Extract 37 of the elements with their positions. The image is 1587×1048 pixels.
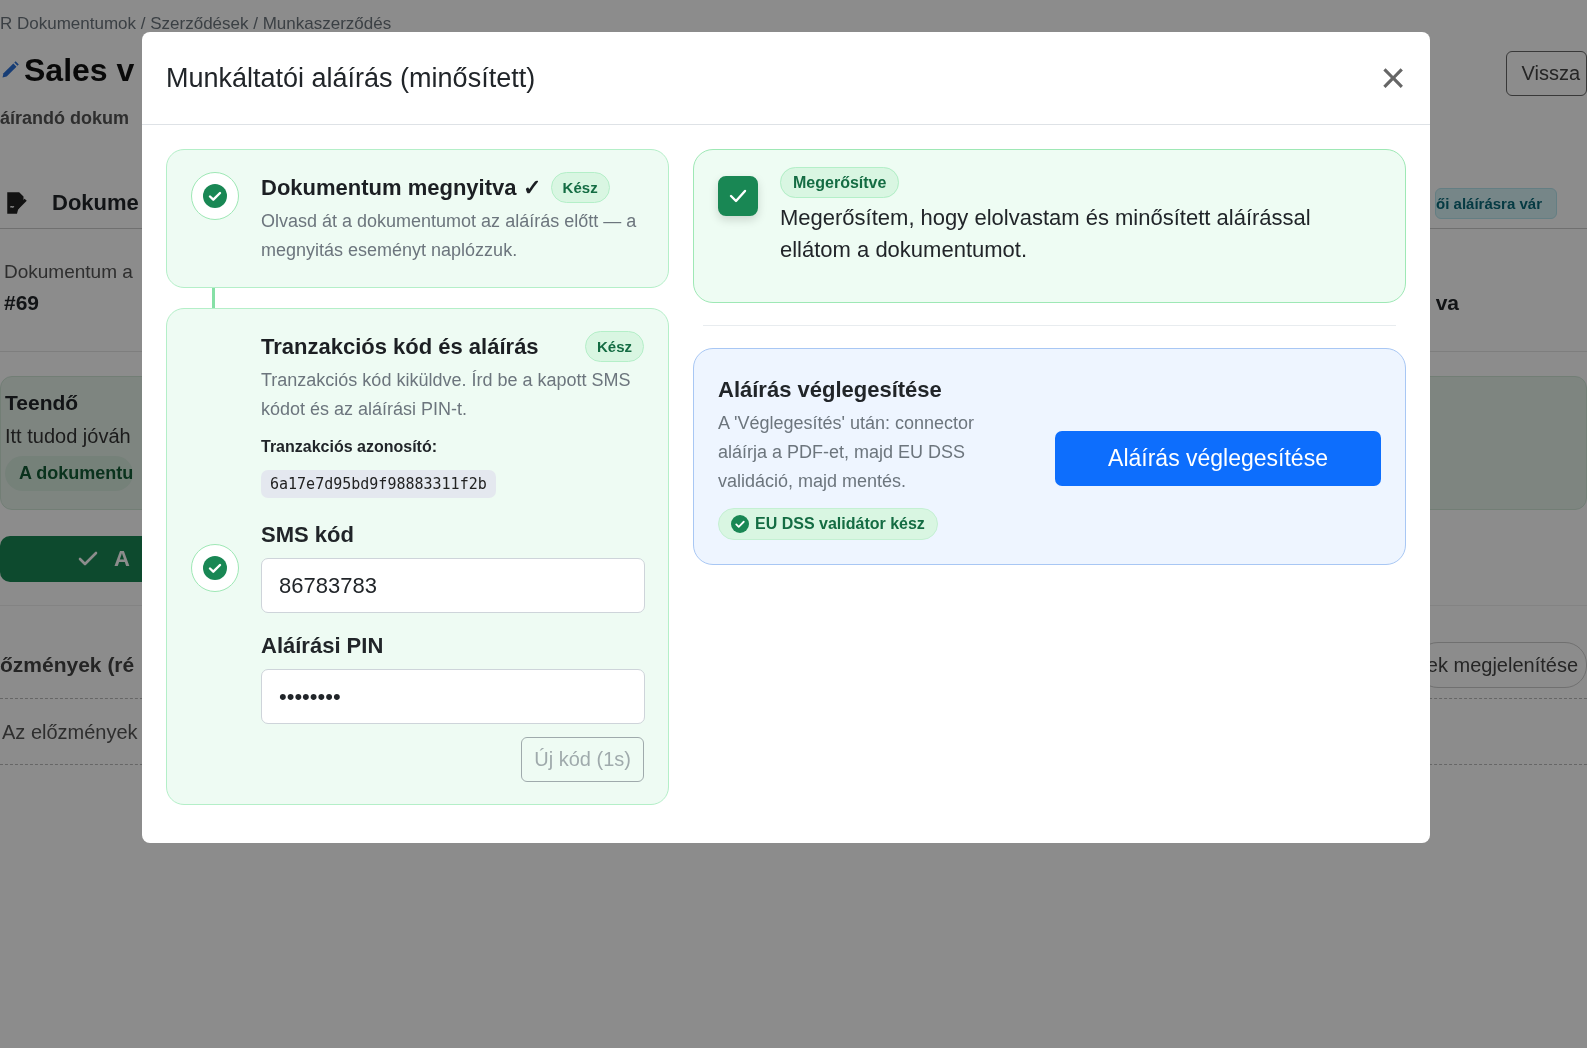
input-field[interactable]: 86783783 <box>261 558 645 613</box>
dialog-title: Munkáltatói aláírás (minősített) <box>166 62 536 94</box>
field-label: Dokumentum a <box>4 261 133 283</box>
status-badge: Kész <box>550 172 610 203</box>
transaction-id: 6a17e7d95bd9f98883311f2b <box>261 470 496 498</box>
todo-text: Itt tudod jóváh <box>5 425 131 448</box>
field-label: Aláírási PIN <box>261 633 384 659</box>
check-icon <box>203 555 227 580</box>
field-label: SMS kód <box>261 522 354 548</box>
status-badge: Kész <box>584 331 644 362</box>
confirmation-text: Megerősítem, hogy elolvastam és minősített aláírással ellátom a dokumentumot. <box>780 204 1312 264</box>
checkbox[interactable] <box>718 176 758 216</box>
validator-badge: EU DSS validátor kész <box>718 508 938 540</box>
card-title: Dokume <box>52 190 139 216</box>
back-button[interactable]: Vissza <box>1506 50 1587 96</box>
finalize-title: Aláírás véglegesítése <box>718 377 942 403</box>
step-description: Tranzakciós kód kiküldve. Írd be a kapott SMS kódot és az aláírási PIN-t. <box>261 369 632 421</box>
step-description: Olvasd át a dokumentumot az aláírás előtt — a megnyitás eseményt naplózzuk. <box>261 210 638 262</box>
finalize-button[interactable]: Aláírás véglegesítése <box>1055 431 1381 486</box>
field-value: #69 <box>4 291 41 315</box>
breadcrumb: R Dokumentumok / Szerződések / Munkaszerződés <box>0 13 393 35</box>
finalize-description: A 'Véglegesítés' után: connector aláírja a PDF-et, majd EU DSS validáció, majd mentés. <box>718 412 976 493</box>
close-button[interactable]: × <box>1376 56 1410 100</box>
field-label: Tranzakciós azonosító: <box>261 438 438 456</box>
page-title: Sales v <box>24 51 135 89</box>
field-value: va <box>1435 291 1459 315</box>
todo-badge: A dokumentu <box>5 456 134 491</box>
page-subtitle: áírandó dokum <box>0 108 130 130</box>
step-title: Dokumentum megnyitva ✓ <box>261 174 541 201</box>
check-icon <box>203 184 227 208</box>
section-title: őzmények (ré <box>0 653 135 677</box>
status-badge: ői aláírásra vár <box>1435 187 1557 219</box>
status-badge: Megerősítve <box>780 167 900 198</box>
check-circle-icon <box>731 515 749 533</box>
step-title: Tranzakciós kód és aláírás <box>261 333 539 360</box>
todo-title: Teendő <box>5 391 79 415</box>
input-field[interactable]: •••••••• <box>261 669 645 724</box>
